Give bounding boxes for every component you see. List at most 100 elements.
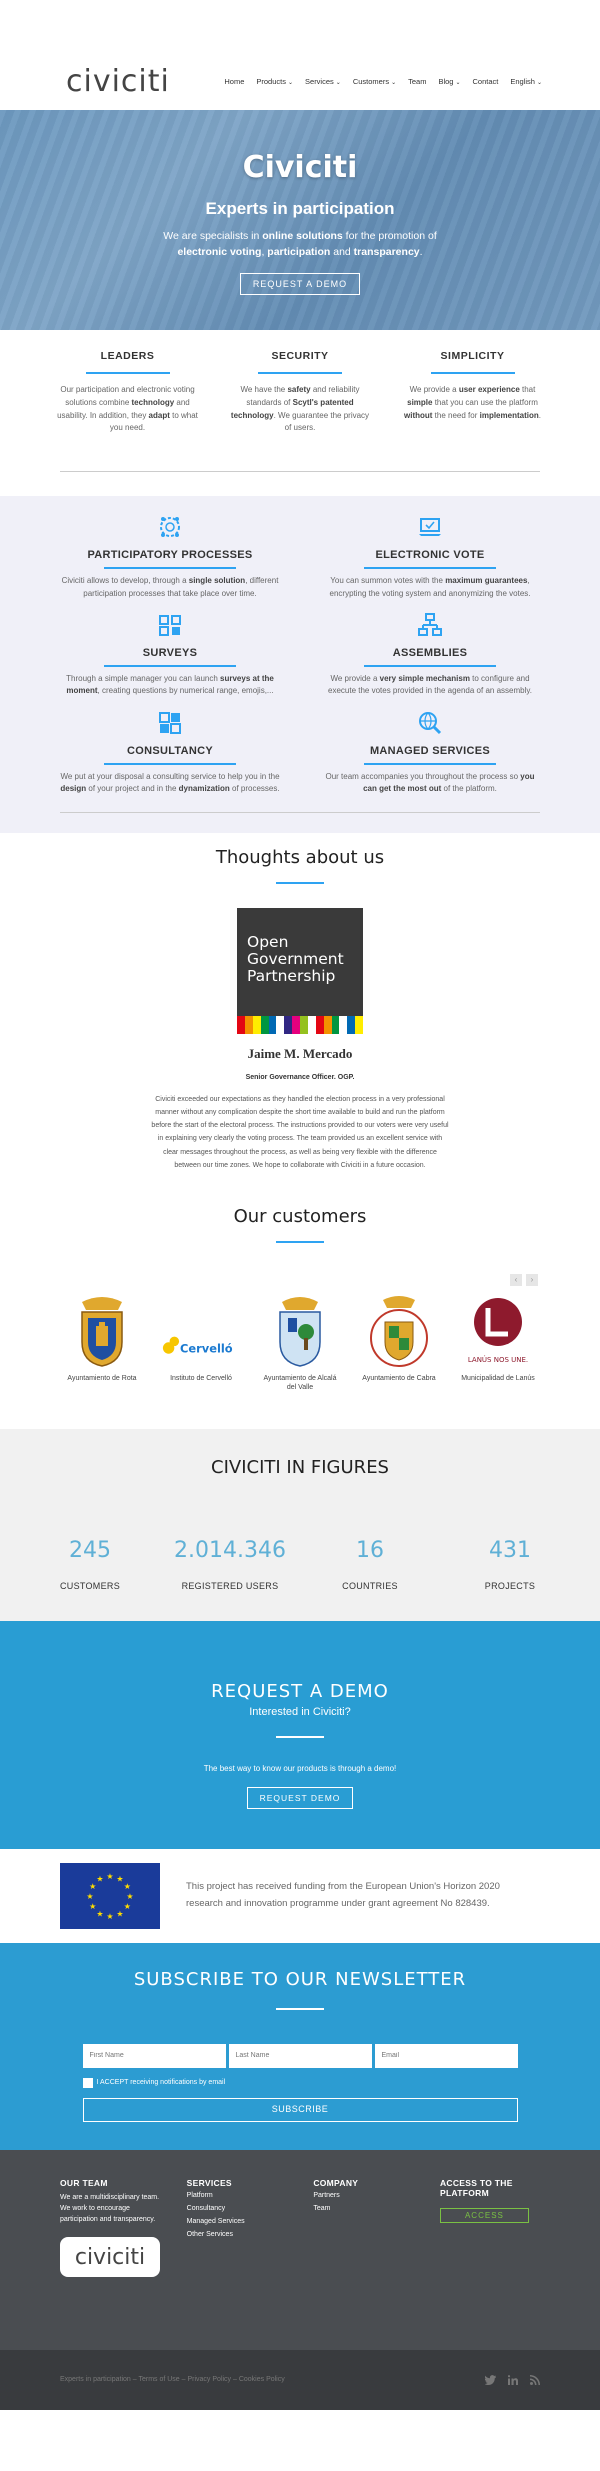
consent-checkbox[interactable] (82, 2077, 93, 2088)
footer-link-team[interactable]: Team (313, 2203, 413, 2214)
customer-alcala[interactable]: Ayuntamiento de Alcalá del Valle (260, 1293, 340, 1392)
ogp-stripe (307, 1015, 316, 1034)
customer-rota[interactable]: Ayuntamiento de Rota (62, 1293, 142, 1392)
footer-link-managed-services[interactable]: Managed Services (187, 2216, 287, 2227)
svg-text:LANÚS NOS UNE.: LANÚS NOS UNE. (468, 1355, 528, 1364)
eu-star-icon: ★ (116, 1909, 123, 1918)
linkedin-icon[interactable] (508, 2374, 518, 2385)
chevron-down-icon: ⌄ (536, 80, 542, 86)
testimonial-quote: Civiciti exceeded our expectations as th… (151, 1095, 449, 1170)
nav-item-products[interactable]: Products ⌄ (256, 77, 293, 86)
customer-cervello[interactable]: Cervelló Instituto de Cervelló (161, 1293, 241, 1392)
subscribe-button[interactable]: SUBSCRIBE (82, 2097, 518, 2122)
chevron-down-icon: ⌄ (455, 80, 461, 86)
ogp-stripe (260, 1015, 269, 1034)
eu-star-icon: ★ (106, 1912, 113, 1921)
footer-link-consultancy[interactable]: Consultancy (187, 2203, 287, 2214)
customer-lanus[interactable]: LANÚS NOS UNE. Municipalidad de Lanús (458, 1293, 538, 1392)
site-footer: OUR TEAM We are a multidisciplinary team… (0, 2149, 600, 2350)
first-name-input[interactable] (82, 2043, 226, 2068)
civiciti-logo[interactable]: civiciti (66, 64, 170, 99)
service-title: CONSULTANCY (127, 744, 213, 757)
access-platform-button[interactable]: ACCESS (439, 2207, 529, 2223)
figure-label: REGISTERED USERS (181, 1580, 279, 1591)
footer-bottom-bar: Experts in participation – Terms of Use … (0, 2349, 600, 2410)
service-surveys[interactable]: SURVEYS Through a simple manager you can… (60, 612, 280, 698)
ogp-stripe (252, 1015, 261, 1034)
title-underline (276, 2007, 324, 2010)
service-title: ELECTRONIC VOTE (375, 549, 485, 562)
service-text: Our team accompanies you throughout the … (325, 771, 535, 794)
eu-star-icon: ★ (126, 1892, 133, 1901)
footer-heading: SERVICES (186, 2177, 232, 2188)
civiciti-footer-logo[interactable]: civiciti (60, 2237, 160, 2278)
title-underline (276, 881, 324, 884)
figure-label: COUNTRIES (342, 1580, 398, 1591)
footer-link-other-services[interactable]: Other Services (187, 2229, 287, 2240)
ogp-stripe (284, 1015, 293, 1034)
nav-item-services[interactable]: Services ⌄ (305, 77, 341, 86)
twitter-icon[interactable] (485, 2374, 496, 2385)
legal-links[interactable]: Experts in participation – Terms of Use … (60, 2376, 285, 2383)
pillar-title: SIMPLICITY (440, 350, 505, 362)
footer-access-column: ACCESS TO THE PLATFORM ACCESS (439, 2178, 540, 2278)
footer-link-partners[interactable]: Partners (313, 2190, 413, 2201)
site-header: civiciti Home Products ⌄ Services ⌄ Customers… (0, 0, 600, 110)
request-demo-button[interactable]: REQUEST DEMO (246, 1786, 354, 1809)
eu-star-icon: ★ (106, 1872, 113, 1881)
section-subtitle: Interested in Civiciti? (249, 1705, 351, 1718)
section-title: Thoughts about us (215, 846, 385, 868)
service-underline (364, 567, 496, 570)
service-underline (104, 762, 236, 765)
ogp-stripe (315, 1015, 324, 1034)
nav-item-home[interactable]: Home (224, 77, 244, 86)
service-assemblies[interactable]: ASSEMBLIES We provide a very simple mech… (320, 612, 540, 698)
newsletter-section: SUBSCRIBE TO OUR NEWSLETTER I ACCEPT rec… (0, 1942, 600, 2150)
figure-countries: 16 COUNTRIES (300, 1538, 440, 1591)
nav-item-team[interactable]: Team (408, 77, 426, 86)
pillar-underline (430, 372, 515, 374)
eu-flag-icon: ★ ★ ★ ★ ★ ★ ★ ★ ★ ★ ★ ★ (60, 1862, 160, 1929)
nav-item-blog[interactable]: Blog ⌄ (438, 77, 460, 86)
footer-link-platform[interactable]: Platform (187, 2190, 287, 2201)
email-input[interactable] (374, 2043, 518, 2068)
service-underline (104, 664, 236, 667)
testimonial-role: Senior Governance Officer. OGP. (245, 1073, 355, 1081)
eu-funding-text: This project has received funding from t… (186, 1881, 500, 1909)
customer-cabra[interactable]: Ayuntamiento de Cabra (359, 1293, 439, 1392)
customer-name: Instituto de Cervelló (170, 1375, 232, 1383)
footer-team-column: OUR TEAM We are a multidisciplinary team… (60, 2178, 160, 2278)
demo-text: The best way to know our products is thr… (203, 1763, 397, 1773)
last-name-input[interactable] (228, 2043, 372, 2068)
nav-item-contact[interactable]: Contact (473, 77, 499, 86)
carousel-prev-button[interactable]: ‹ (510, 1274, 522, 1287)
service-electronic-vote[interactable]: ELECTRONIC VOTE You can summon votes wit… (320, 514, 540, 600)
rss-icon[interactable] (530, 2374, 540, 2385)
request-demo-section: REQUEST A DEMO Interested in Civiciti? T… (0, 1620, 600, 1849)
ogp-stripe (237, 1015, 245, 1034)
eu-star-icon: ★ (124, 1882, 131, 1891)
customers-section: Our customers ‹ › Ayuntamiento de Rota C… (0, 1172, 600, 1392)
service-participatory-processes[interactable]: PARTICIPATORY PROCESSES Civiciti allows … (60, 514, 280, 600)
section-divider (60, 471, 540, 473)
chevron-down-icon: ⌄ (335, 80, 341, 86)
section-divider (60, 811, 540, 813)
chevron-down-icon: ⌄ (391, 80, 397, 86)
customer-name: Ayuntamiento de Rota (67, 1375, 137, 1383)
request-demo-button[interactable]: REQUEST A DEMO (239, 272, 361, 295)
eu-star-icon: ★ (86, 1892, 93, 1901)
service-underline (104, 567, 236, 570)
carousel-next-button[interactable]: › (526, 1274, 538, 1287)
service-consultancy[interactable]: CONSULTANCY We put at your disposal a co… (60, 710, 280, 796)
footer-company-column: COMPANY Partners Team (313, 2178, 413, 2278)
eu-funding-notice: ★ ★ ★ ★ ★ ★ ★ ★ ★ ★ ★ ★ This project has received f… (0, 1849, 600, 1943)
cervello-logo: Cervelló (162, 1336, 233, 1356)
section-title: Our customers (233, 1206, 367, 1228)
chevron-down-icon: ⌄ (287, 80, 294, 86)
nav-item-english[interactable]: English ⌄ (510, 77, 542, 86)
ogp-stripe (268, 1015, 277, 1034)
nav-item-customers[interactable]: Customers ⌄ (353, 77, 396, 86)
footer-heading: COMPANY (313, 2177, 359, 2188)
cabra-seal (370, 1296, 428, 1368)
service-managed-services[interactable]: MANAGED SERVICES Our team accompanies yo… (320, 710, 540, 796)
